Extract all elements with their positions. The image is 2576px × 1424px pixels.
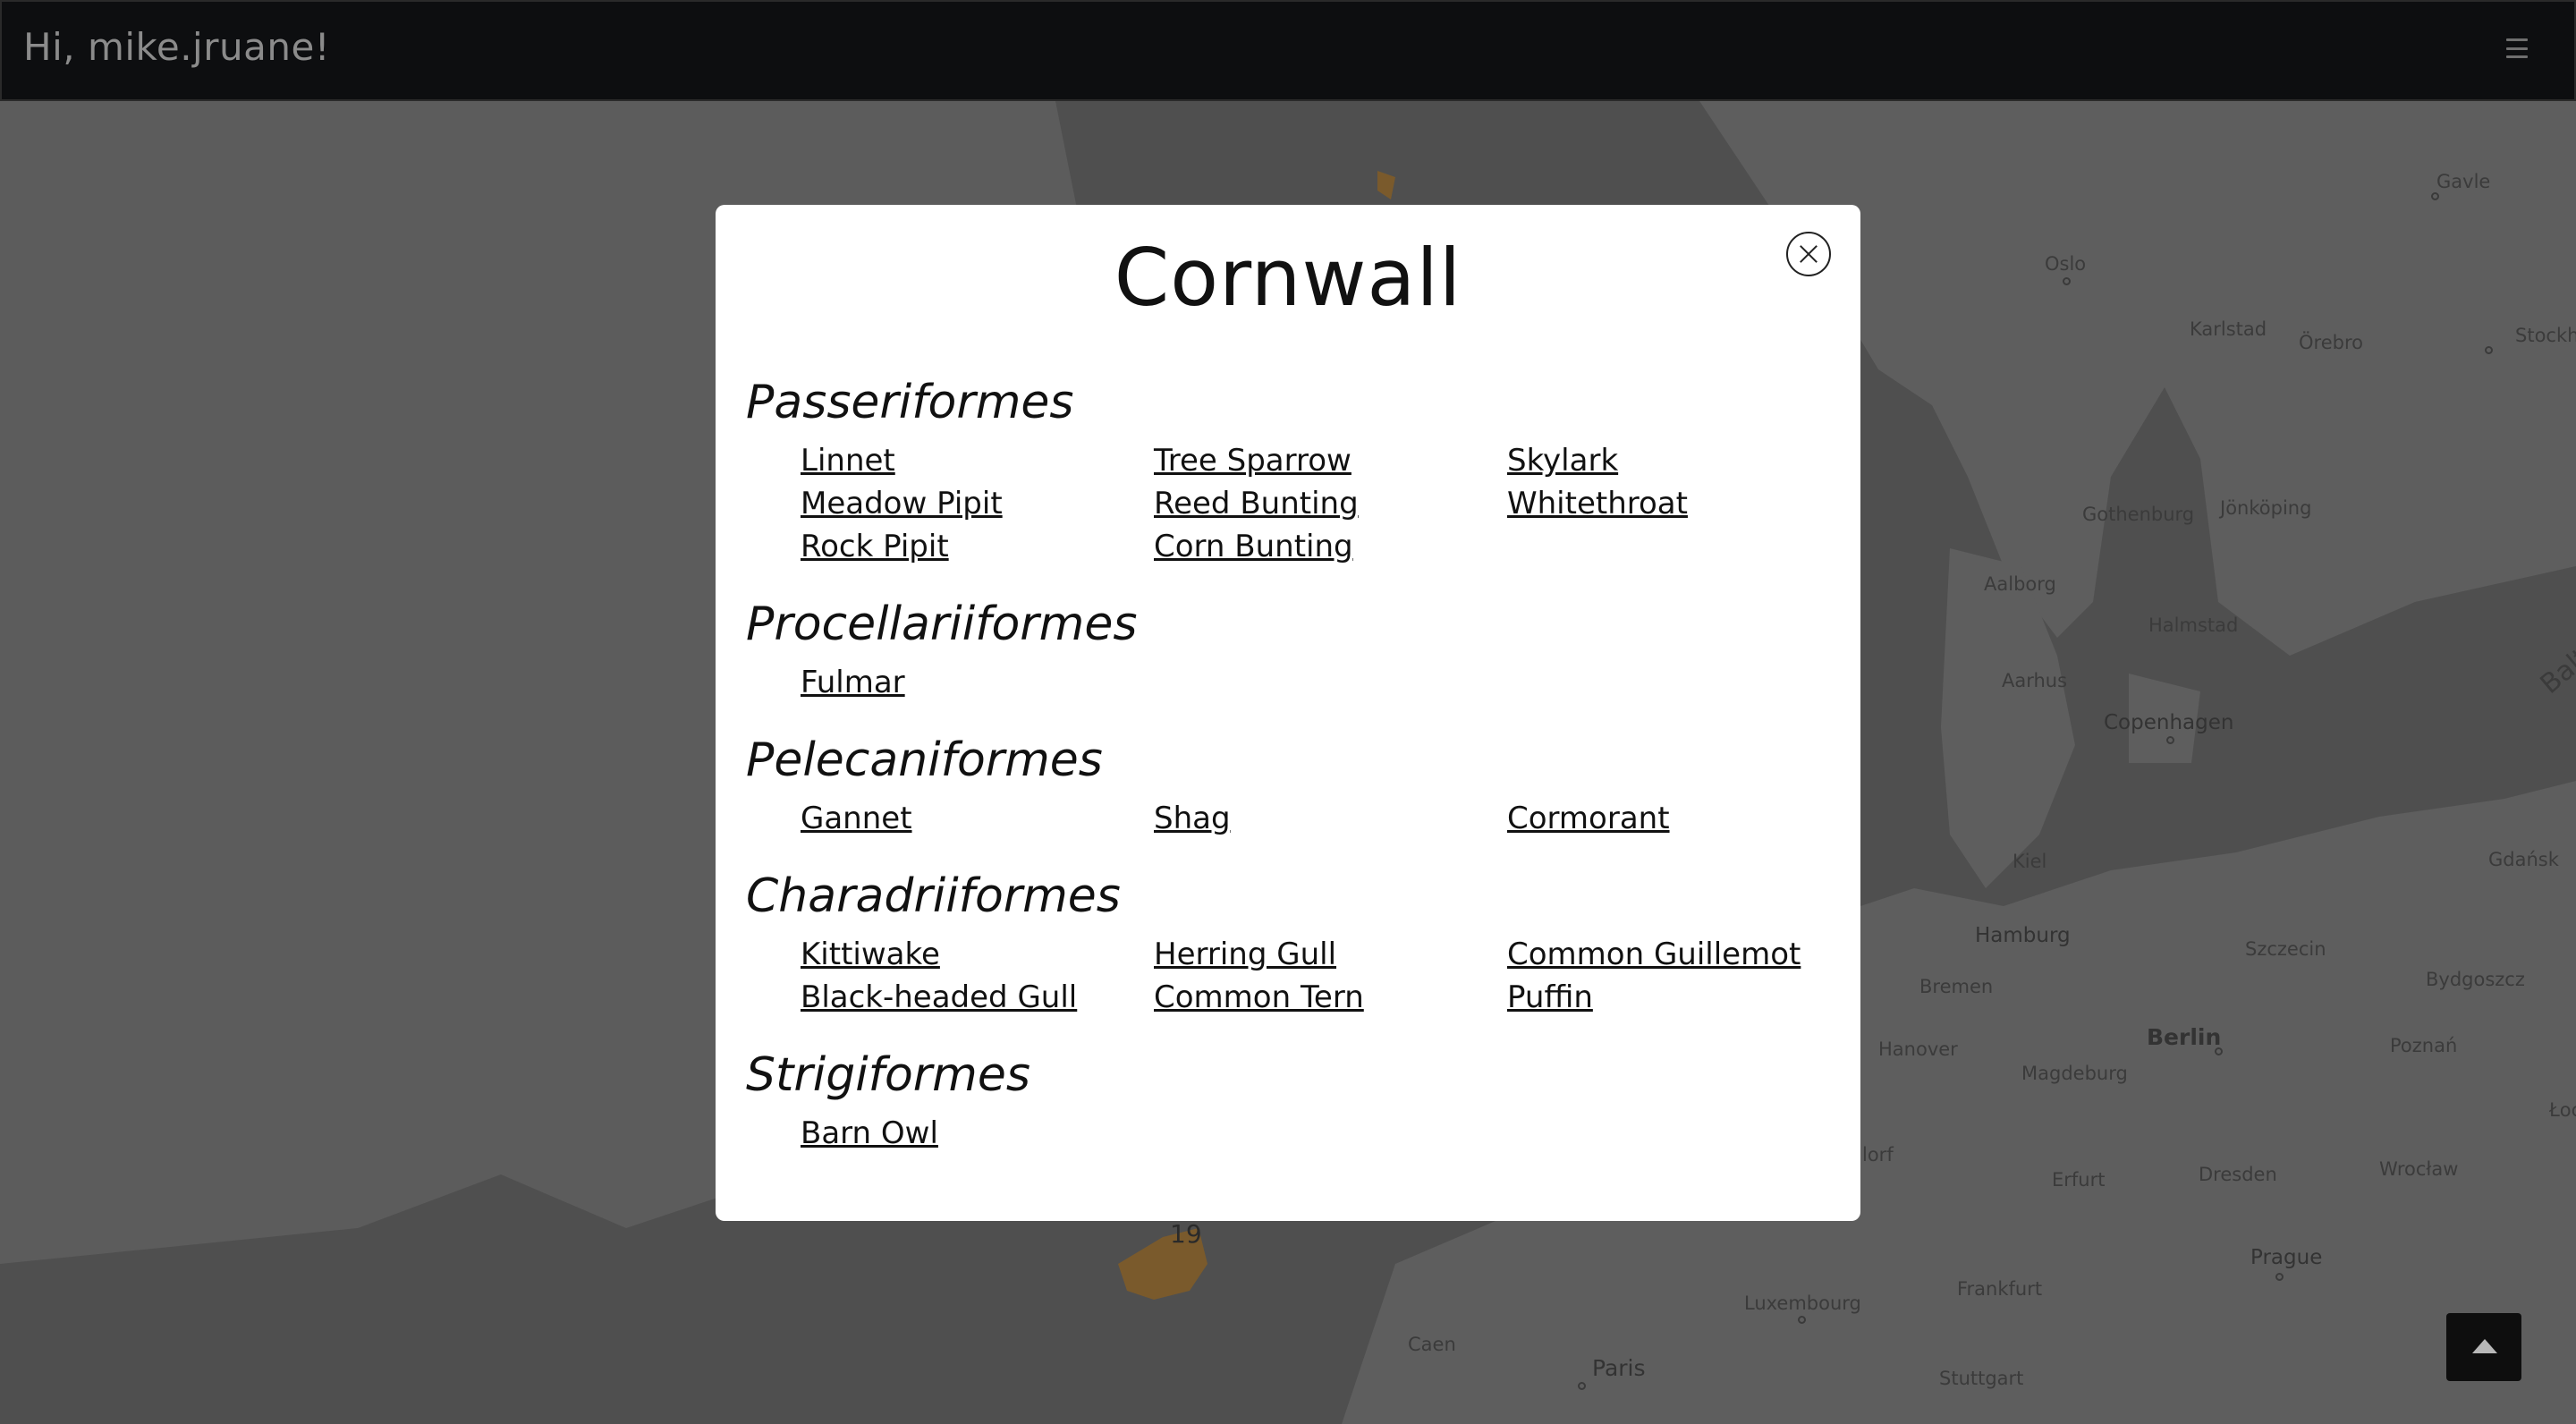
region-marker-count[interactable]: 19 (1170, 1219, 1202, 1249)
species-link[interactable]: Corn Bunting (1154, 525, 1507, 568)
species-link[interactable]: Cormorant (1507, 797, 1860, 840)
species-link[interactable]: Reed Bunting (1154, 482, 1507, 525)
map-label-orebro: Örebro (2299, 332, 2363, 353)
map-label-prague: Prague (2250, 1246, 2323, 1269)
map-label-dusseldorf: lorf (1862, 1144, 1894, 1165)
species-link[interactable]: Rock Pipit (801, 525, 1154, 568)
hamburger-menu-icon[interactable] (2506, 38, 2528, 58)
greeting-text: Hi, mike.jruane! (23, 25, 331, 69)
map-label-kiel: Kiel (2012, 851, 2047, 872)
order-name: Strigiformes (746, 1048, 1030, 1102)
map-label-gothenburg: Gothenburg (2082, 504, 2195, 525)
map-label-aalborg: Aalborg (1984, 573, 2056, 595)
city-dot (1798, 1316, 1806, 1324)
map-label-poznan: Poznań (2390, 1035, 2458, 1056)
map-label-stuttgart: Stuttgart (1939, 1368, 2024, 1389)
city-dot (2431, 192, 2439, 200)
species-link[interactable]: Fulmar (801, 661, 1154, 704)
species-link[interactable]: Common Guillemot (1507, 933, 1860, 976)
order-group: Strigiformes Barn Owl (746, 1046, 1837, 1155)
species-link[interactable]: Kittiwake (801, 933, 1154, 976)
top-navbar: Hi, mike.jruane! (0, 0, 2576, 101)
order-name: Passeriformes (746, 376, 1074, 429)
scroll-to-top-button[interactable] (2446, 1313, 2521, 1381)
map-label-hamburg: Hamburg (1975, 924, 2071, 947)
order-group: Procellariiformes Fulmar (746, 595, 1837, 704)
map-label-luxembourg: Luxembourg (1744, 1293, 1861, 1314)
close-icon[interactable] (1786, 232, 1831, 276)
map-label-berlin: Berlin (2147, 1024, 2222, 1050)
species-link[interactable]: Puffin (1507, 976, 1860, 1019)
order-group: Passeriformes Linnet Tree Sparrow Skylar… (746, 373, 1837, 568)
species-grid: Fulmar (746, 661, 1837, 704)
modal-title: Cornwall (1114, 232, 1462, 324)
species-link[interactable]: Tree Sparrow (1154, 439, 1507, 482)
triangle-up-icon (2472, 1339, 2497, 1353)
map-label-paris: Paris (1592, 1355, 1646, 1381)
species-link[interactable]: Skylark (1507, 439, 1860, 482)
map-label-stockholm: Stockho (2515, 325, 2576, 346)
city-dot (2215, 1047, 2223, 1055)
species-grid: Kittiwake Herring Gull Common Guillemot … (746, 933, 1837, 1019)
species-link[interactable]: Shag (1154, 797, 1507, 840)
region-modal: Cornwall Passeriformes Linnet Tree Sparr… (716, 205, 1860, 1221)
map-label-gavle: Gavle (2436, 171, 2491, 192)
city-dot (1578, 1382, 1586, 1390)
species-link[interactable]: Gannet (801, 797, 1154, 840)
map-label-halmstad: Halmstad (2148, 615, 2239, 636)
map-label-hanover: Hanover (1878, 1038, 1958, 1060)
city-dot (2485, 346, 2493, 354)
species-link[interactable]: Herring Gull (1154, 933, 1507, 976)
map-label-bremen: Bremen (1919, 976, 1994, 997)
city-dot (2275, 1273, 2284, 1281)
order-group: Pelecaniformes Gannet Shag Cormorant (746, 731, 1837, 840)
map-label-karlstad: Karlstad (2190, 318, 2267, 340)
species-link[interactable]: Common Tern (1154, 976, 1507, 1019)
orders-list: Passeriformes Linnet Tree Sparrow Skylar… (746, 373, 1837, 1182)
city-dot (2166, 736, 2174, 744)
order-name: Procellariiformes (746, 598, 1138, 651)
map-label-erfurt: Erfurt (2052, 1169, 2106, 1191)
map-label-aarhus: Aarhus (2002, 670, 2068, 691)
map-label-szczecin: Szczecin (2245, 938, 2326, 960)
species-grid: Gannet Shag Cormorant (746, 797, 1837, 840)
map-label-lodz: Łoc (2549, 1099, 2576, 1121)
map-label-bydgoszcz: Bydgoszcz (2426, 969, 2525, 990)
species-link[interactable]: Whitethroat (1507, 482, 1860, 525)
map-label-wroclaw: Wrocław (2379, 1158, 2459, 1180)
map-label-copenhagen: Copenhagen (2104, 711, 2234, 734)
order-group: Charadriiformes Kittiwake Herring Gull C… (746, 867, 1837, 1019)
species-link[interactable]: Black-headed Gull (801, 976, 1154, 1019)
map-label-gdansk: Gdańsk (2488, 849, 2559, 870)
order-name: Charadriiformes (746, 869, 1121, 923)
map-label-magdeburg: Magdeburg (2021, 1063, 2128, 1084)
order-name: Pelecaniformes (746, 733, 1103, 787)
species-link[interactable]: Barn Owl (801, 1112, 1154, 1155)
map-label-jonkoping: Jönköping (2220, 497, 2312, 519)
map-label-dresden: Dresden (2199, 1164, 2277, 1185)
species-grid: Barn Owl (746, 1112, 1837, 1155)
map-label-frankfurt: Frankfurt (1957, 1278, 2043, 1300)
species-link[interactable]: Meadow Pipit (801, 482, 1154, 525)
map-label-oslo: Oslo (2045, 253, 2087, 275)
species-grid: Linnet Tree Sparrow Skylark Meadow Pipit… (746, 439, 1837, 568)
map-label-caen: Caen (1408, 1334, 1456, 1355)
species-link[interactable]: Linnet (801, 439, 1154, 482)
city-dot (2063, 277, 2071, 285)
